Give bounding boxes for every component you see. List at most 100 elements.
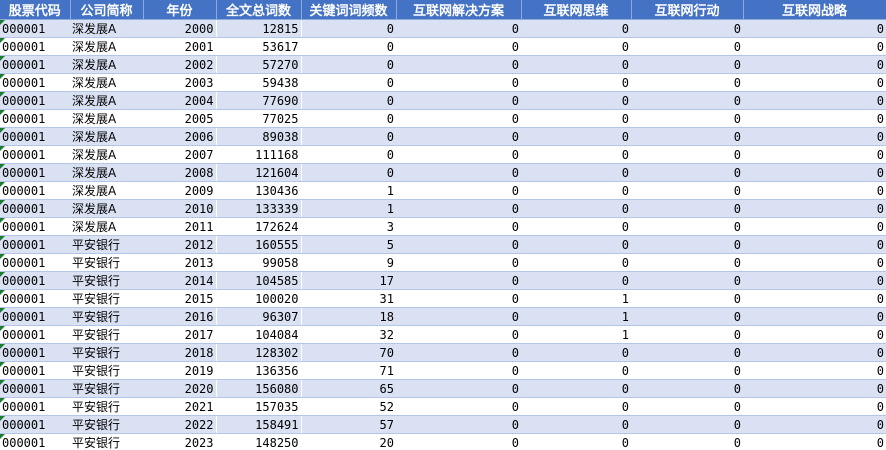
cell-stock-code[interactable]: 000001 (0, 91, 70, 110)
column-header-internet-solution[interactable]: 互联网解决方案 (396, 0, 522, 20)
cell-stock-code[interactable]: 000001 (0, 145, 70, 164)
cell-total-words[interactable]: 130436 (216, 181, 302, 200)
cell-internet-thinking[interactable]: 0 (521, 361, 631, 380)
cell-internet-solution[interactable]: 0 (396, 253, 521, 272)
cell-keyword-freq[interactable]: 0 (301, 91, 396, 110)
cell-company-name[interactable]: 平安银行 (70, 253, 143, 272)
cell-internet-action[interactable]: 0 (631, 163, 743, 182)
cell-internet-strategy[interactable]: 0 (743, 307, 886, 326)
cell-total-words[interactable]: 12815 (216, 19, 302, 38)
cell-keyword-freq[interactable]: 0 (301, 109, 396, 128)
cell-keyword-freq[interactable]: 20 (301, 433, 396, 450)
cell-stock-code[interactable]: 000001 (0, 109, 70, 128)
cell-year[interactable]: 2012 (143, 235, 217, 254)
cell-keyword-freq[interactable]: 65 (301, 379, 396, 398)
cell-year[interactable]: 2016 (143, 307, 217, 326)
cell-internet-solution[interactable]: 0 (396, 433, 521, 450)
cell-internet-action[interactable]: 0 (631, 37, 743, 56)
cell-internet-action[interactable]: 0 (631, 145, 743, 164)
cell-internet-solution[interactable]: 0 (396, 307, 521, 326)
cell-internet-strategy[interactable]: 0 (743, 361, 886, 380)
cell-internet-action[interactable]: 0 (631, 379, 743, 398)
cell-internet-solution[interactable]: 0 (396, 199, 521, 218)
cell-company-name[interactable]: 深发展A (70, 55, 143, 74)
cell-year[interactable]: 2009 (143, 181, 217, 200)
cell-company-name[interactable]: 平安银行 (70, 271, 143, 290)
cell-company-name[interactable]: 深发展A (70, 217, 143, 236)
column-header-internet-action[interactable]: 互联网行动 (631, 0, 744, 20)
cell-stock-code[interactable]: 000001 (0, 433, 70, 450)
cell-internet-solution[interactable]: 0 (396, 379, 521, 398)
cell-company-name[interactable]: 平安银行 (70, 433, 143, 450)
cell-internet-solution[interactable]: 0 (396, 19, 521, 38)
cell-year[interactable]: 2021 (143, 397, 217, 416)
cell-keyword-freq[interactable]: 0 (301, 19, 396, 38)
cell-keyword-freq[interactable]: 0 (301, 145, 396, 164)
cell-year[interactable]: 2006 (143, 127, 217, 146)
cell-internet-solution[interactable]: 0 (396, 325, 521, 344)
cell-stock-code[interactable]: 000001 (0, 361, 70, 380)
cell-internet-strategy[interactable]: 0 (743, 397, 886, 416)
cell-internet-action[interactable]: 0 (631, 253, 743, 272)
cell-stock-code[interactable]: 000001 (0, 415, 70, 434)
cell-internet-strategy[interactable]: 0 (743, 73, 886, 92)
cell-keyword-freq[interactable]: 3 (301, 217, 396, 236)
cell-internet-strategy[interactable]: 0 (743, 145, 886, 164)
cell-year[interactable]: 2003 (143, 73, 217, 92)
cell-internet-action[interactable]: 0 (631, 199, 743, 218)
cell-company-name[interactable]: 深发展A (70, 109, 143, 128)
cell-stock-code[interactable]: 000001 (0, 379, 70, 398)
cell-internet-thinking[interactable]: 0 (521, 235, 631, 254)
column-header-year[interactable]: 年份 (143, 0, 217, 20)
cell-stock-code[interactable]: 000001 (0, 235, 70, 254)
cell-internet-thinking[interactable]: 0 (521, 73, 631, 92)
cell-total-words[interactable]: 59438 (216, 73, 302, 92)
cell-keyword-freq[interactable]: 0 (301, 55, 396, 74)
cell-internet-strategy[interactable]: 0 (743, 217, 886, 236)
cell-internet-thinking[interactable]: 0 (521, 19, 631, 38)
cell-keyword-freq[interactable]: 70 (301, 343, 396, 362)
column-header-total-words[interactable]: 全文总词数 (216, 0, 302, 20)
column-header-company-name[interactable]: 公司简称 (70, 0, 144, 20)
cell-year[interactable]: 2000 (143, 19, 217, 38)
cell-internet-solution[interactable]: 0 (396, 343, 521, 362)
cell-internet-solution[interactable]: 0 (396, 73, 521, 92)
cell-internet-action[interactable]: 0 (631, 361, 743, 380)
cell-keyword-freq[interactable]: 1 (301, 199, 396, 218)
cell-internet-strategy[interactable]: 0 (743, 163, 886, 182)
cell-internet-strategy[interactable]: 0 (743, 109, 886, 128)
cell-internet-action[interactable]: 0 (631, 397, 743, 416)
cell-internet-strategy[interactable]: 0 (743, 253, 886, 272)
cell-year[interactable]: 2018 (143, 343, 217, 362)
cell-total-words[interactable]: 156080 (216, 379, 302, 398)
cell-year[interactable]: 2004 (143, 91, 217, 110)
cell-stock-code[interactable]: 000001 (0, 19, 70, 38)
cell-keyword-freq[interactable]: 18 (301, 307, 396, 326)
cell-total-words[interactable]: 128302 (216, 343, 302, 362)
cell-internet-solution[interactable]: 0 (396, 235, 521, 254)
cell-keyword-freq[interactable]: 5 (301, 235, 396, 254)
cell-company-name[interactable]: 深发展A (70, 73, 143, 92)
cell-internet-action[interactable]: 0 (631, 19, 743, 38)
cell-internet-thinking[interactable]: 0 (521, 91, 631, 110)
cell-company-name[interactable]: 深发展A (70, 91, 143, 110)
cell-internet-action[interactable]: 0 (631, 307, 743, 326)
cell-stock-code[interactable]: 000001 (0, 343, 70, 362)
cell-year[interactable]: 2019 (143, 361, 217, 380)
column-header-keyword-freq[interactable]: 关键词词频数 (301, 0, 397, 20)
cell-total-words[interactable]: 133339 (216, 199, 302, 218)
cell-internet-action[interactable]: 0 (631, 91, 743, 110)
cell-company-name[interactable]: 深发展A (70, 37, 143, 56)
cell-year[interactable]: 2022 (143, 415, 217, 434)
cell-company-name[interactable]: 平安银行 (70, 289, 143, 308)
cell-keyword-freq[interactable]: 52 (301, 397, 396, 416)
cell-internet-thinking[interactable]: 0 (521, 55, 631, 74)
cell-internet-solution[interactable]: 0 (396, 271, 521, 290)
cell-internet-action[interactable]: 0 (631, 235, 743, 254)
cell-total-words[interactable]: 172624 (216, 217, 302, 236)
cell-stock-code[interactable]: 000001 (0, 217, 70, 236)
cell-company-name[interactable]: 平安银行 (70, 379, 143, 398)
cell-keyword-freq[interactable]: 32 (301, 325, 396, 344)
cell-internet-strategy[interactable]: 0 (743, 415, 886, 434)
cell-company-name[interactable]: 平安银行 (70, 343, 143, 362)
